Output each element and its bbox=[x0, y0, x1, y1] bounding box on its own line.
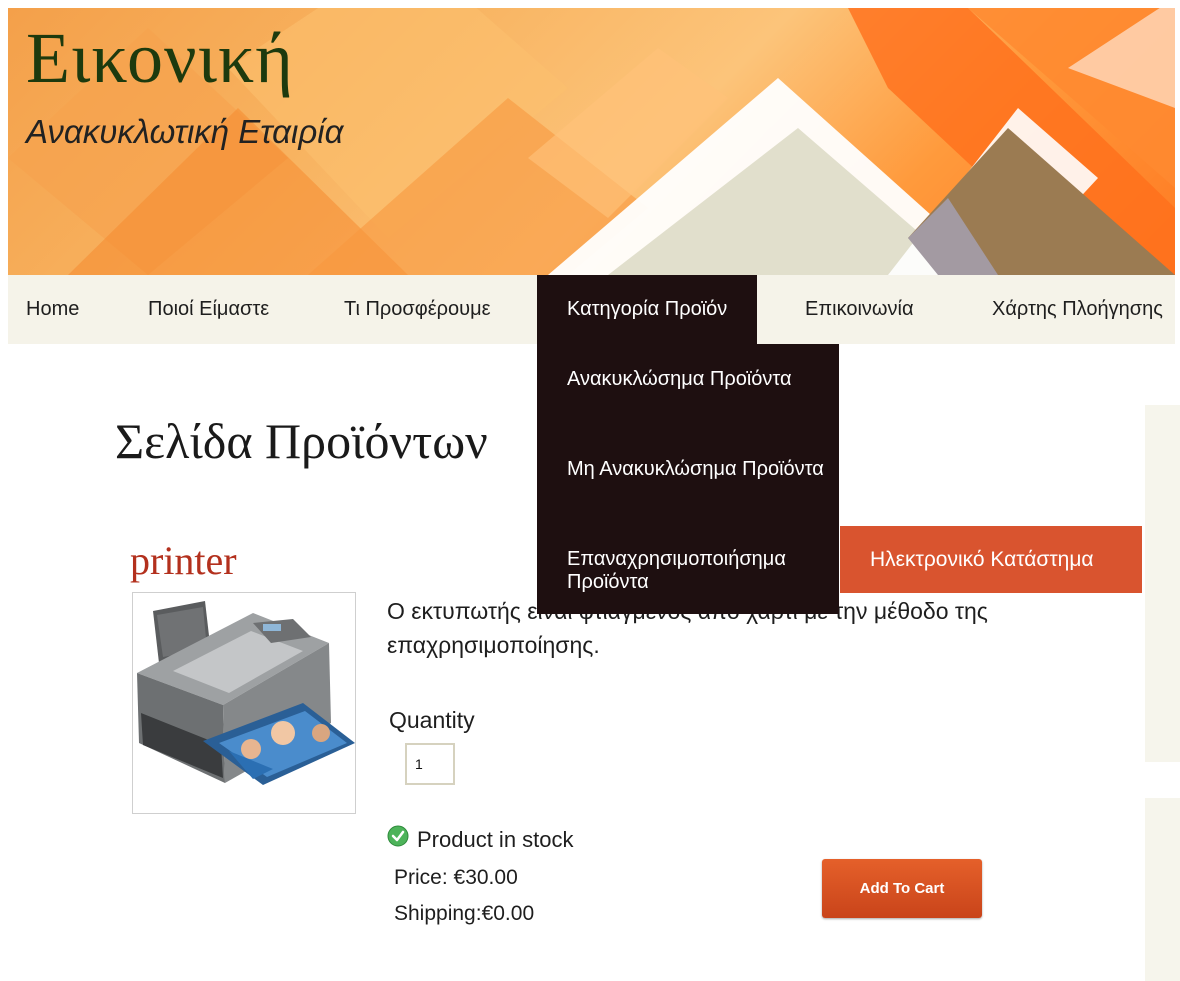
product-name[interactable]: printer bbox=[130, 539, 237, 583]
dropdown-item-recyclable[interactable]: Ανακυκλώσημα Προϊόντα bbox=[567, 368, 827, 391]
nav-item-sitemap[interactable]: Χάρτης Πλοήγησης bbox=[992, 275, 1163, 344]
printer-image bbox=[137, 601, 355, 785]
nav-item-about[interactable]: Ποιοί Είμαστε bbox=[148, 275, 269, 344]
product-image[interactable] bbox=[132, 592, 356, 814]
sidebar-panel bbox=[1145, 405, 1180, 762]
dropdown-item-reusable[interactable]: Επαναχρησιμοποιήσημα Προϊόντα bbox=[567, 548, 827, 594]
header-banner: Εικονική Ανακυκλωτική Εταιρία bbox=[8, 8, 1175, 275]
site-title: Εικονική bbox=[26, 18, 294, 98]
nav-item-product-category[interactable]: Κατηγορία Προϊόν bbox=[537, 275, 758, 344]
shipping-text: Shipping:€0.00 bbox=[394, 902, 535, 925]
nav-item-contact[interactable]: Επικοινωνία bbox=[805, 275, 914, 344]
sidebar-panel-lower bbox=[1145, 798, 1180, 981]
quantity-label: Quantity bbox=[389, 707, 475, 733]
price-text: Price: €30.00 bbox=[394, 866, 518, 889]
main-navbar: Home Ποιοί Είμαστε Τι Προσφέρουμε Κατηγο… bbox=[8, 275, 1175, 344]
dropdown-item-non-recyclable[interactable]: Μη Ανακυκλώσημα Προϊόντα bbox=[567, 458, 827, 481]
product-category-dropdown: Ανακυκλώσημα Προϊόντα Μη Ανακυκλώσημα Πρ… bbox=[537, 344, 839, 614]
nav-item-home[interactable]: Home bbox=[26, 275, 79, 344]
nav-item-services[interactable]: Τι Προσφέρουμε bbox=[344, 275, 491, 344]
stock-text: Product in stock bbox=[417, 827, 574, 852]
page-title: Σελίδα Προϊόντων bbox=[115, 414, 488, 469]
check-circle-icon bbox=[387, 825, 409, 852]
site-subtitle: Ανακυκλωτική Εταιρία bbox=[26, 113, 344, 150]
add-to-cart-button[interactable]: Add To Cart bbox=[822, 859, 982, 918]
eshop-button[interactable]: Ηλεκτρονικό Κατάστημα bbox=[840, 526, 1142, 593]
quantity-input[interactable] bbox=[405, 743, 455, 785]
